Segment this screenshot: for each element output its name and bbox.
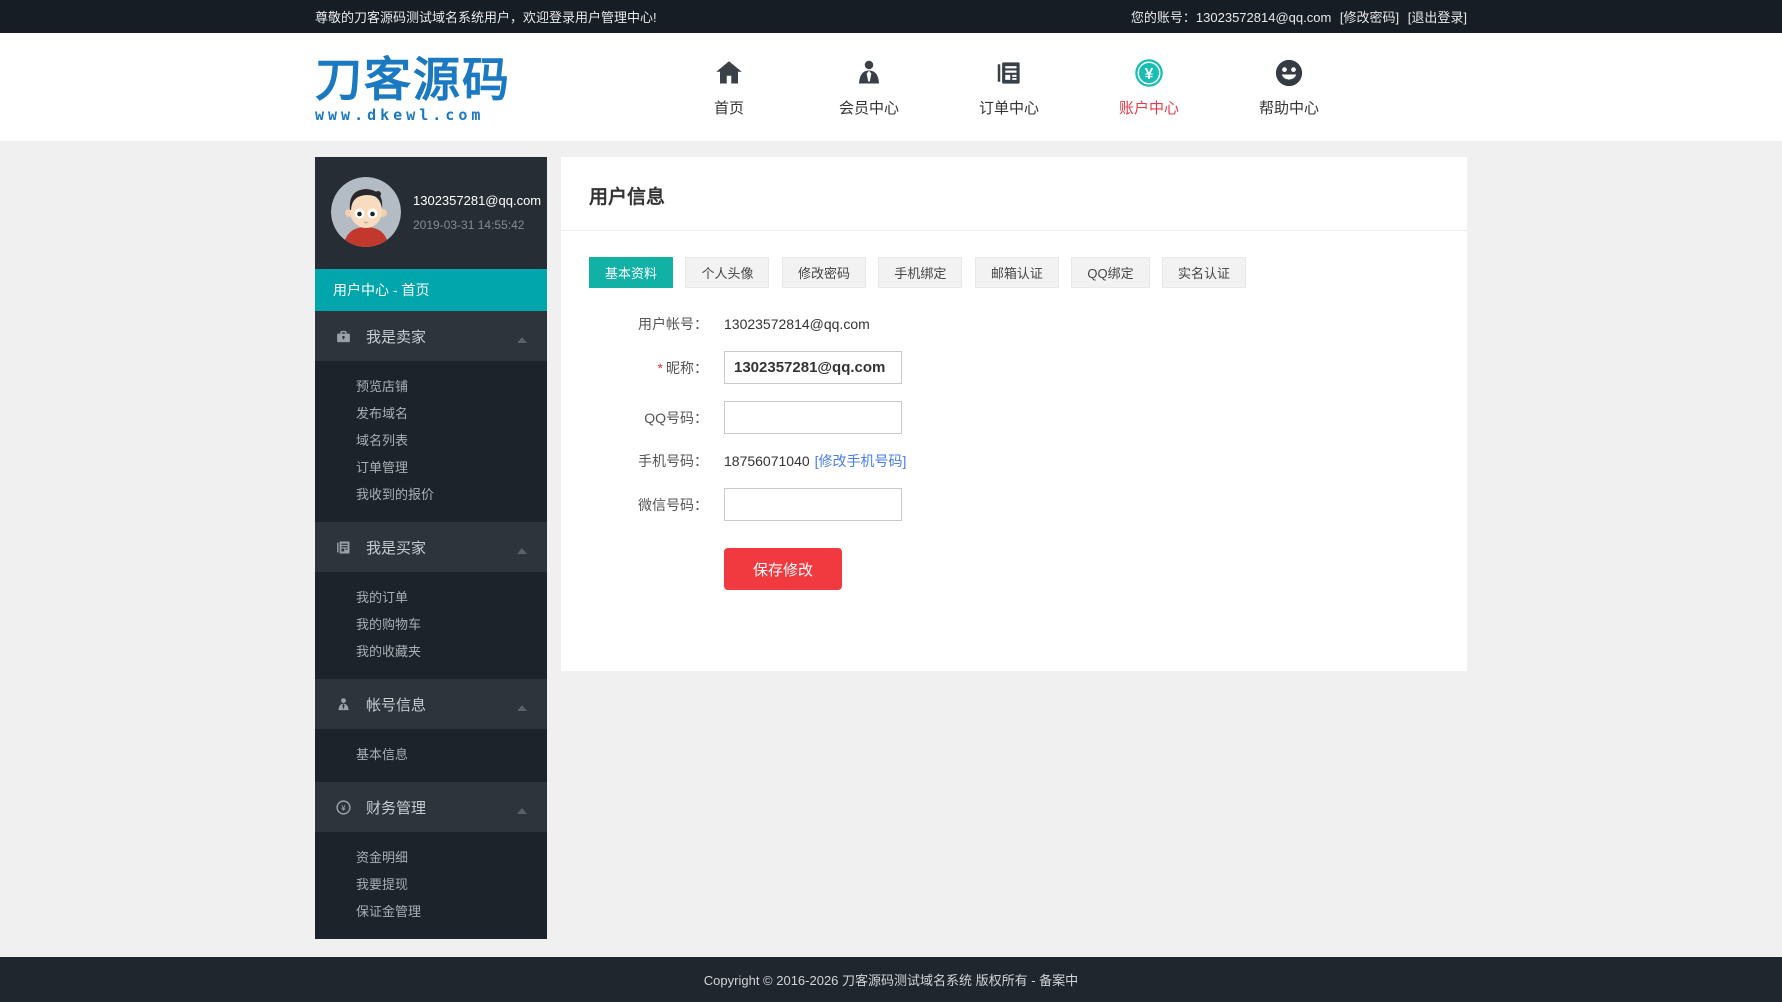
sidebar-submenu-seller: 预览店铺 发布域名 域名列表 订单管理 我收到的报价	[315, 361, 547, 522]
user-info-form: 用户帐号： 13023572814@qq.com *昵称： QQ号码： 手机号码…	[561, 288, 1467, 630]
tab-avatar[interactable]: 个人头像	[685, 257, 769, 288]
tab-email-verification[interactable]: 邮箱认证	[975, 257, 1059, 288]
tab-bar: 基本资料 个人头像 修改密码 手机绑定 邮箱认证 QQ绑定 实名认证	[561, 231, 1467, 288]
sidebar-item-preview-shop[interactable]: 预览店铺	[315, 373, 547, 400]
tab-basic-profile[interactable]: 基本资料	[589, 257, 673, 288]
sidebar-item-received-quotes[interactable]: 我收到的报价	[315, 481, 547, 508]
logout-link[interactable]: [退出登录]	[1408, 10, 1467, 25]
home-icon	[714, 56, 744, 88]
member-icon	[854, 56, 884, 88]
change-phone-link[interactable]: [修改手机号码]	[815, 451, 907, 471]
account-email: 13023572814@qq.com	[1196, 10, 1331, 25]
sidebar-section-buyer[interactable]: 我是买家	[315, 522, 547, 572]
tab-qq-binding[interactable]: QQ绑定	[1071, 257, 1149, 288]
nav-item-order-center[interactable]: 订单中心	[939, 56, 1079, 118]
news-list-icon	[335, 539, 352, 556]
qq-number-input[interactable]	[724, 401, 902, 434]
required-asterisk: *	[658, 360, 663, 376]
nav-item-member-center[interactable]: 会员中心	[799, 56, 939, 118]
coin-icon: ¥	[335, 799, 352, 816]
sidebar-item-my-cart[interactable]: 我的购物车	[315, 611, 547, 638]
sidebar-item-my-favorites[interactable]: 我的收藏夹	[315, 638, 547, 665]
logo-title: 刀客源码	[315, 57, 511, 104]
phone-field-value: 18756071040	[724, 453, 810, 469]
svg-text:¥: ¥	[341, 803, 346, 812]
sidebar-section-seller[interactable]: 我是卖家	[315, 311, 547, 361]
sidebar-item-basic-info[interactable]: 基本信息	[315, 741, 547, 768]
order-icon	[994, 56, 1024, 88]
person-icon	[335, 696, 352, 713]
sidebar: 1302357281@qq.com 2019-03-31 14:55:42 用户…	[315, 157, 547, 939]
site-logo[interactable]: 刀客源码 www.dkewl.com	[315, 51, 511, 123]
profile-datetime: 2019-03-31 14:55:42	[413, 218, 541, 232]
wechat-field-label: 微信号码：	[561, 495, 708, 515]
sidebar-submenu-finance: 资金明细 我要提现 保证金管理	[315, 832, 547, 939]
copyright-text: Copyright © 2016-2026 刀客源码测试域名系统 版权所有 - …	[704, 970, 1078, 989]
topbar: 尊敬的刀客源码测试域名系统用户，欢迎登录用户管理中心! 您的账号：1302357…	[0, 0, 1782, 33]
profile-email: 1302357281@qq.com	[413, 193, 541, 208]
chevron-up-icon	[517, 548, 527, 554]
sidebar-section-account-info[interactable]: 帐号信息	[315, 679, 547, 729]
save-button[interactable]: 保存修改	[724, 548, 842, 590]
briefcase-icon	[335, 328, 352, 345]
chevron-up-icon	[517, 337, 527, 343]
nickname-field-label: *昵称：	[561, 358, 708, 378]
sidebar-item-deposit-management[interactable]: 保证金管理	[315, 898, 547, 925]
account-field-label: 用户帐号：	[561, 314, 708, 334]
tab-phone-binding[interactable]: 手机绑定	[878, 257, 962, 288]
chevron-up-icon	[517, 705, 527, 711]
content-area: 1302357281@qq.com 2019-03-31 14:55:42 用户…	[0, 157, 1782, 939]
sidebar-item-domain-list[interactable]: 域名列表	[315, 427, 547, 454]
sidebar-item-withdraw[interactable]: 我要提现	[315, 871, 547, 898]
sidebar-profile: 1302357281@qq.com 2019-03-31 14:55:42	[315, 157, 547, 269]
nav-item-account-center[interactable]: ¥ 账户中心	[1079, 56, 1219, 118]
main-panel: 用户信息 基本资料 个人头像 修改密码 手机绑定 邮箱认证 QQ绑定 实名认证 …	[561, 157, 1467, 671]
main-nav: 首页 会员中心	[659, 56, 1359, 118]
sidebar-submenu-buyer: 我的订单 我的购物车 我的收藏夹	[315, 572, 547, 679]
tab-realname-verification[interactable]: 实名认证	[1162, 257, 1246, 288]
svg-text:¥: ¥	[1145, 66, 1154, 83]
sidebar-submenu-account-info: 基本信息	[315, 729, 547, 782]
footer: Copyright © 2016-2026 刀客源码测试域名系统 版权所有 - …	[0, 957, 1782, 1002]
nav-item-home[interactable]: 首页	[659, 56, 799, 118]
sidebar-item-publish-domain[interactable]: 发布域名	[315, 400, 547, 427]
account-label: 您的账号：	[1131, 10, 1196, 25]
page-title: 用户信息	[561, 157, 1467, 231]
topbar-account-area: 您的账号：13023572814@qq.com [修改密码] [退出登录]	[1131, 7, 1467, 26]
sidebar-banner-user-center-home[interactable]: 用户中心 - 首页	[315, 269, 547, 311]
nickname-input[interactable]	[724, 351, 902, 384]
tab-change-password[interactable]: 修改密码	[782, 257, 866, 288]
wechat-number-input[interactable]	[724, 488, 902, 521]
qq-field-label: QQ号码：	[561, 408, 708, 428]
logo-subtitle: www.dkewl.com	[315, 108, 511, 123]
welcome-message: 尊敬的刀客源码测试域名系统用户，欢迎登录用户管理中心!	[315, 7, 657, 26]
chevron-up-icon	[517, 808, 527, 814]
account-field-value: 13023572814@qq.com	[724, 316, 870, 332]
help-smiley-icon	[1274, 56, 1304, 88]
avatar	[331, 177, 401, 247]
sidebar-item-my-orders[interactable]: 我的订单	[315, 584, 547, 611]
yuan-coin-icon: ¥	[1134, 56, 1164, 88]
nav-item-help-center[interactable]: 帮助中心	[1219, 56, 1359, 118]
sidebar-item-order-management[interactable]: 订单管理	[315, 454, 547, 481]
header: 刀客源码 www.dkewl.com 首页 会员中心	[0, 33, 1782, 141]
sidebar-item-fund-details[interactable]: 资金明细	[315, 844, 547, 871]
change-password-link[interactable]: [修改密码]	[1340, 10, 1399, 25]
sidebar-section-finance[interactable]: ¥ 财务管理	[315, 782, 547, 832]
phone-field-label: 手机号码：	[561, 451, 708, 471]
